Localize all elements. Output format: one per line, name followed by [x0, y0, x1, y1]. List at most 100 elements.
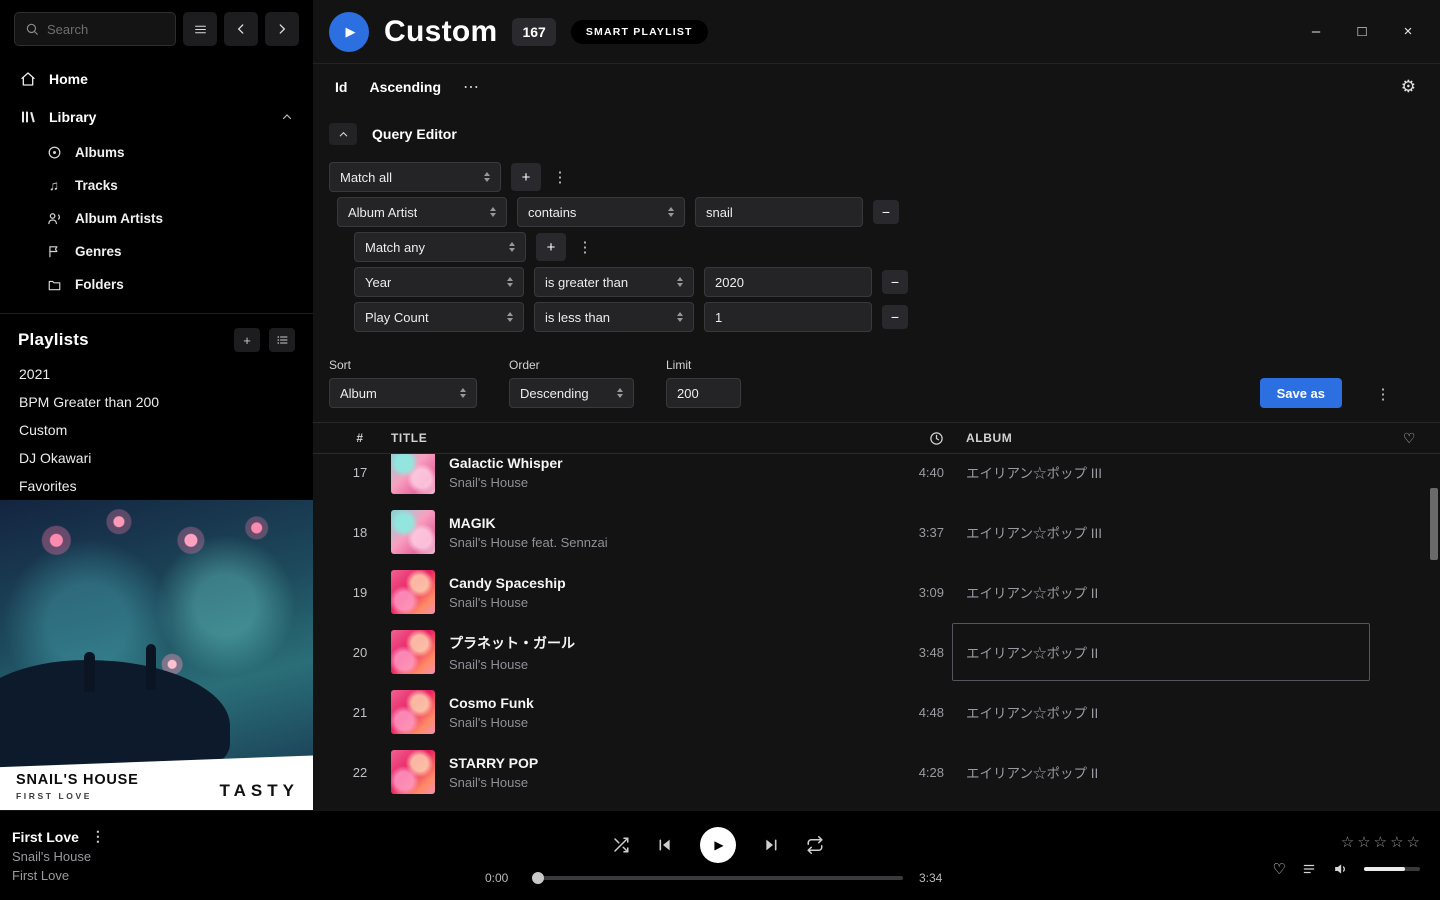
rule-field-select[interactable]: Album Artist: [337, 197, 507, 227]
add-rule-button[interactable]: +: [536, 233, 566, 261]
play-playlist-button[interactable]: ▶: [329, 12, 369, 52]
maximize-button[interactable]: □: [1354, 23, 1370, 40]
query-rule-row: Album Artist contains −: [337, 197, 1416, 227]
seek-slider[interactable]: [533, 876, 903, 880]
sidebar-item-albums[interactable]: Albums: [28, 136, 313, 169]
nav-back-button[interactable]: [224, 12, 258, 46]
duration-column-clock-icon[interactable]: [860, 431, 950, 446]
shuffle-button[interactable]: [612, 836, 630, 854]
playlist-item[interactable]: DJ Okawari: [0, 444, 313, 472]
limit-input[interactable]: [666, 378, 741, 408]
sidebar-item-tracks[interactable]: ♫ Tracks: [28, 169, 313, 202]
volume-slider[interactable]: [1364, 867, 1420, 871]
minimize-button[interactable]: –: [1308, 23, 1324, 40]
star-icon[interactable]: ☆: [1341, 833, 1354, 851]
select-value: is greater than: [545, 275, 628, 290]
shuffle-icon: [612, 836, 630, 854]
table-row[interactable]: 22 STARRY POP Snail's House 4:28 エイリアン☆ポ…: [345, 742, 1416, 802]
scrollbar-thumb[interactable]: [1430, 488, 1438, 560]
add-rule-button[interactable]: +: [511, 163, 541, 191]
table-row[interactable]: 18 MAGIK Snail's House feat. Sennzai 3:3…: [345, 502, 1416, 562]
table-row[interactable]: 20 プラネット・ガール Snail's House 3:48 エイリアン☆ポッ…: [345, 622, 1416, 682]
menu-button[interactable]: [183, 12, 217, 46]
star-icon[interactable]: ☆: [1407, 833, 1420, 851]
plus-icon: +: [243, 333, 251, 348]
column-album[interactable]: ALBUM: [966, 431, 1356, 445]
table-row[interactable]: 19 Candy Spaceship Snail's House 3:09 エイ…: [345, 562, 1416, 622]
playlist-item[interactable]: Custom: [0, 416, 313, 444]
playlist-list-button[interactable]: [269, 328, 295, 352]
volume-button[interactable]: [1332, 861, 1349, 877]
star-icon[interactable]: ☆: [1390, 833, 1403, 851]
sort-select[interactable]: Album: [329, 378, 477, 408]
track-duration: 4:48: [860, 705, 950, 720]
track-title: Cosmo Funk: [449, 695, 534, 711]
rule-field-select[interactable]: Year: [354, 267, 524, 297]
sidebar-item-folders[interactable]: Folders: [28, 268, 313, 301]
track-album-focused-cell[interactable]: エイリアン☆ポップ II: [952, 623, 1370, 681]
search-box[interactable]: [14, 12, 176, 46]
rule-options-button[interactable]: ⋮: [551, 163, 569, 191]
sidebar-item-album-artists[interactable]: Album Artists: [28, 202, 313, 235]
collapse-query-editor-button[interactable]: [329, 123, 357, 145]
rule-value-input[interactable]: [704, 302, 872, 332]
sort-direction-button[interactable]: Ascending: [369, 79, 441, 95]
now-playing-album[interactable]: First Love: [12, 868, 302, 883]
remove-rule-button[interactable]: −: [882, 305, 908, 329]
track-artist: Snail's House feat. Sennzai: [449, 535, 608, 550]
rule-field-select[interactable]: Play Count: [354, 302, 524, 332]
now-playing-title[interactable]: First Love: [12, 829, 79, 845]
table-row[interactable]: 21 Cosmo Funk Snail's House 4:48 エイリアン☆ポ…: [345, 682, 1416, 742]
now-playing-menu-button[interactable]: ⋮: [91, 828, 105, 845]
now-playing-artist[interactable]: Snail's House: [12, 849, 302, 864]
remove-rule-button[interactable]: −: [882, 270, 908, 294]
page-title: Custom: [384, 15, 497, 49]
sidebar-item-genres[interactable]: Genres: [28, 235, 313, 268]
rule-options-button[interactable]: ⋮: [576, 233, 594, 261]
favorite-button[interactable]: ♡: [1273, 860, 1286, 878]
column-title[interactable]: TITLE: [391, 431, 844, 445]
rule-operator-select[interactable]: contains: [517, 197, 685, 227]
sidebar-item-library[interactable]: Library: [0, 98, 313, 136]
match-any-select[interactable]: Match any: [354, 232, 526, 262]
column-index[interactable]: #: [345, 431, 375, 445]
remove-rule-button[interactable]: −: [873, 200, 899, 224]
close-button[interactable]: ×: [1400, 23, 1416, 40]
playlist-item[interactable]: Favorites: [0, 472, 313, 500]
seek-slider-thumb[interactable]: [532, 872, 544, 884]
order-select[interactable]: Descending: [509, 378, 634, 408]
playlist-item[interactable]: 2021: [0, 360, 313, 388]
previous-track-button[interactable]: [657, 837, 673, 853]
star-icon[interactable]: ☆: [1374, 833, 1387, 851]
match-all-select[interactable]: Match all: [329, 162, 501, 192]
caret-updown-icon: [452, 388, 466, 398]
table-row[interactable]: 17 Galactic Whisper Snail's House 4:40 エ…: [345, 454, 1416, 502]
star-icon[interactable]: ☆: [1357, 833, 1370, 851]
now-playing-artwork[interactable]: SNAIL'S HOUSE FIRST LOVE TASTY: [0, 500, 313, 810]
sort-field-button[interactable]: Id: [335, 79, 347, 95]
select-value: Album: [340, 386, 377, 401]
play-pause-button[interactable]: ▶: [700, 827, 736, 863]
next-track-button[interactable]: [763, 837, 779, 853]
save-as-button[interactable]: Save as: [1260, 378, 1342, 408]
favorite-column-heart-icon[interactable]: ♡: [1372, 430, 1416, 447]
more-options-button[interactable]: ⋯: [463, 77, 480, 97]
track-table-header: # TITLE ALBUM ♡: [313, 422, 1440, 454]
sidebar-item-home[interactable]: Home: [0, 60, 313, 98]
repeat-button[interactable]: [806, 836, 824, 854]
sort-toolbar: Id Ascending ⋯ ⚙: [313, 64, 1440, 110]
gear-icon[interactable]: ⚙: [1401, 77, 1416, 97]
queue-button[interactable]: [1301, 862, 1317, 876]
select-value: contains: [528, 205, 576, 220]
save-options-button[interactable]: ⋮: [1374, 380, 1392, 408]
track-number: 21: [345, 705, 375, 720]
rule-operator-select[interactable]: is less than: [534, 302, 694, 332]
nav-forward-button[interactable]: [265, 12, 299, 46]
rule-operator-select[interactable]: is greater than: [534, 267, 694, 297]
rule-value-input[interactable]: [704, 267, 872, 297]
rule-value-input[interactable]: [695, 197, 863, 227]
search-input[interactable]: [47, 22, 165, 37]
add-playlist-button[interactable]: +: [234, 328, 260, 352]
rating-stars[interactable]: ☆ ☆ ☆ ☆ ☆: [1341, 833, 1420, 851]
playlist-item[interactable]: BPM Greater than 200: [0, 388, 313, 416]
